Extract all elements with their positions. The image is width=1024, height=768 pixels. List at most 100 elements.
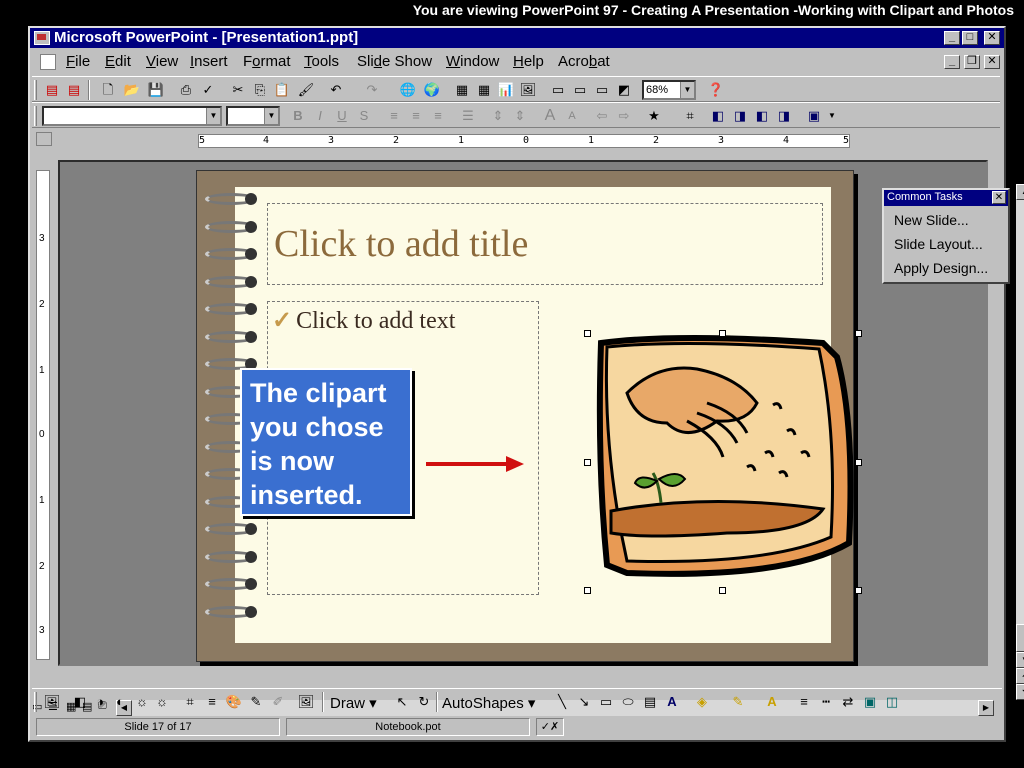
bold-icon[interactable]: B bbox=[288, 106, 308, 126]
scroll-thumb[interactable] bbox=[1016, 624, 1024, 652]
rectangle-icon[interactable]: ▭ bbox=[596, 692, 616, 712]
decrease-font-icon[interactable]: A bbox=[562, 106, 582, 126]
line-style-icon[interactable]: ≡ bbox=[794, 692, 814, 712]
black-white-view-icon[interactable]: ◩ bbox=[614, 80, 634, 100]
line-icon[interactable]: ╲ bbox=[552, 692, 572, 712]
dash-style-icon[interactable]: ┅ bbox=[816, 692, 836, 712]
shadow-icon[interactable]: S bbox=[354, 106, 374, 126]
maximize-button[interactable]: □ bbox=[962, 31, 978, 45]
undo-icon[interactable]: ↶ bbox=[326, 80, 346, 100]
paste-icon[interactable]: 📋 bbox=[272, 80, 292, 100]
draw-menu-button[interactable]: Draw ▾ bbox=[330, 694, 377, 712]
menu-file[interactable]: File bbox=[66, 54, 90, 70]
title-placeholder[interactable]: Click to add title bbox=[267, 203, 823, 285]
resize-handle[interactable] bbox=[584, 459, 591, 466]
redo-icon[interactable]: ↷ bbox=[362, 80, 382, 100]
insert-chart-icon[interactable]: 📊 bbox=[496, 80, 516, 100]
web-toolbar-icon[interactable]: 🌍 bbox=[422, 80, 442, 100]
font-size-select[interactable]: ▼ bbox=[226, 106, 280, 126]
close-button[interactable]: ✕ bbox=[984, 31, 1000, 45]
minimize-button[interactable]: _ bbox=[944, 31, 960, 45]
insert-table-icon[interactable]: ▦ bbox=[452, 80, 472, 100]
image-control-icon[interactable]: ◧ bbox=[70, 692, 90, 712]
font-color-icon[interactable]: A bbox=[762, 692, 782, 712]
resize-handle[interactable] bbox=[719, 330, 726, 337]
acrobat-pdf-icon[interactable]: ▤ bbox=[42, 80, 62, 100]
resize-handle[interactable] bbox=[719, 587, 726, 594]
promote-icon[interactable]: ⇦ bbox=[592, 106, 612, 126]
text-box-icon[interactable]: ▤ bbox=[640, 692, 660, 712]
resize-handle[interactable] bbox=[584, 587, 591, 594]
document-icon[interactable] bbox=[40, 54, 56, 70]
shadow-icon[interactable]: ▣ bbox=[860, 692, 880, 712]
insert-word-table-icon[interactable]: ▦ bbox=[474, 80, 494, 100]
increase-spacing-icon[interactable]: ⇕ bbox=[488, 106, 508, 126]
recolor-picture-icon[interactable]: 🎨 bbox=[224, 692, 244, 712]
acrobat-pdf-email-icon[interactable]: ▤ bbox=[64, 80, 84, 100]
menu-format[interactable]: Format bbox=[243, 54, 291, 70]
ungroup-icon[interactable]: ◨ bbox=[774, 106, 794, 126]
menu-tools[interactable]: Tools bbox=[304, 54, 339, 70]
align-right-icon[interactable]: ≡ bbox=[428, 106, 448, 126]
zoom-select[interactable]: 68% ▼ bbox=[642, 80, 696, 100]
resize-handle[interactable] bbox=[584, 330, 591, 337]
font-select[interactable]: ▼ bbox=[42, 106, 222, 126]
resize-handle[interactable] bbox=[855, 330, 862, 337]
menu-insert[interactable]: Insert bbox=[190, 54, 228, 70]
powerpoint-app-icon[interactable] bbox=[34, 31, 50, 45]
save-icon[interactable]: 💾 bbox=[146, 80, 166, 100]
resize-handle[interactable] bbox=[855, 459, 862, 466]
chevron-down-icon[interactable]: ▼ bbox=[822, 106, 842, 126]
animation-effects-icon[interactable]: ★ bbox=[644, 106, 664, 126]
autoshapes-menu-button[interactable]: AutoShapes ▾ bbox=[442, 694, 535, 712]
bring-forward-icon[interactable]: ◧ bbox=[708, 106, 728, 126]
crop-icon[interactable]: ⌗ bbox=[180, 692, 200, 712]
free-rotate-icon[interactable]: ↻ bbox=[414, 692, 434, 712]
insert-picture-icon[interactable]: 🖼 bbox=[42, 692, 62, 712]
new-slide-button[interactable]: New Slide... bbox=[894, 212, 969, 228]
open-icon[interactable]: 📂 bbox=[122, 80, 142, 100]
slide-layout-icon[interactable]: ▭ bbox=[570, 80, 590, 100]
vertical-scrollbar[interactable]: ▲ ▼ ⏶ ⏷ bbox=[1016, 184, 1024, 700]
less-contrast-icon[interactable]: ◐ bbox=[110, 692, 130, 712]
arrow-style-icon[interactable]: ⇄ bbox=[838, 692, 858, 712]
underline-icon[interactable]: U bbox=[332, 106, 352, 126]
menu-slide-show[interactable]: Slide Show bbox=[357, 54, 432, 70]
office-assistant-icon[interactable]: ❓ bbox=[706, 80, 726, 100]
demote-icon[interactable]: ⇨ bbox=[614, 106, 634, 126]
reset-picture-icon[interactable]: 🖼 bbox=[296, 692, 316, 712]
clipart-image[interactable] bbox=[584, 330, 862, 594]
more-contrast-icon[interactable]: ◑ bbox=[90, 692, 110, 712]
toolbar-grip[interactable] bbox=[34, 80, 37, 100]
copy-icon[interactable]: ⎘ bbox=[250, 80, 270, 100]
menu-window[interactable]: Window bbox=[446, 54, 499, 70]
chevron-down-icon[interactable]: ▼ bbox=[680, 82, 694, 98]
less-brightness-icon[interactable]: ☼ bbox=[152, 692, 172, 712]
italic-icon[interactable]: I bbox=[310, 106, 330, 126]
picture-crop-icon[interactable]: ⌗ bbox=[680, 106, 700, 126]
fill-color-icon[interactable]: ◈ bbox=[692, 692, 712, 712]
bullets-icon[interactable]: ☰ bbox=[458, 106, 478, 126]
spelling-status-icon[interactable]: ✓✗ bbox=[536, 718, 564, 736]
shadow-settings-icon[interactable]: ▣ bbox=[804, 106, 824, 126]
previous-slide-icon[interactable]: ⏶ bbox=[1016, 668, 1024, 684]
send-backward-icon[interactable]: ◨ bbox=[730, 106, 750, 126]
doc-minimize-button[interactable]: _ bbox=[944, 55, 960, 69]
menu-view[interactable]: View bbox=[146, 54, 178, 70]
increase-font-icon[interactable]: A bbox=[540, 106, 560, 126]
apply-design-icon[interactable]: ▭ bbox=[592, 80, 612, 100]
next-slide-icon[interactable]: ⏷ bbox=[1016, 684, 1024, 700]
spelling-icon[interactable]: ✓ bbox=[198, 80, 218, 100]
line-style-icon[interactable]: ≡ bbox=[202, 692, 222, 712]
align-center-icon[interactable]: ≡ bbox=[406, 106, 426, 126]
common-tasks-title[interactable]: Common Tasks ✕ bbox=[884, 190, 1008, 206]
menu-acrobat[interactable]: Acrobat bbox=[558, 54, 610, 70]
doc-restore-button[interactable]: ❐ bbox=[964, 55, 980, 69]
line-color-icon[interactable]: ✎ bbox=[728, 692, 748, 712]
chevron-down-icon[interactable]: ▼ bbox=[206, 108, 220, 124]
more-brightness-icon[interactable]: ☼ bbox=[132, 692, 152, 712]
chevron-down-icon[interactable]: ▼ bbox=[264, 108, 278, 124]
close-icon[interactable]: ✕ bbox=[992, 191, 1006, 204]
scroll-down-icon[interactable]: ▼ bbox=[1016, 652, 1024, 668]
group-icon[interactable]: ◧ bbox=[752, 106, 772, 126]
